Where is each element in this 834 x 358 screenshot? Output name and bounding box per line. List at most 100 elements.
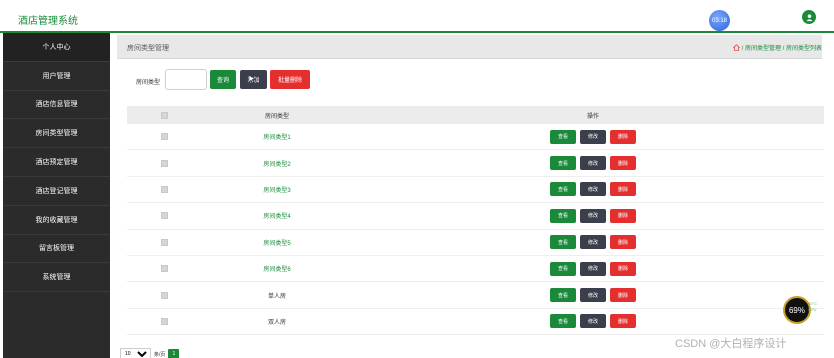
delete-button[interactable]: 删除 (610, 182, 636, 197)
home-icon[interactable] (732, 44, 740, 51)
mouse-cursor-icon (249, 75, 255, 83)
delete-button[interactable]: 删除 (610, 235, 636, 250)
batch-delete-button[interactable]: 批量删除 (270, 70, 310, 89)
delete-button[interactable]: 删除 (610, 208, 636, 223)
table-row: 房间类型2 查看 修改 删除 (127, 150, 824, 177)
room-type-label: 房间类型 (136, 80, 161, 86)
delete-button[interactable]: 删除 (610, 129, 636, 144)
delete-button[interactable]: 删除 (610, 156, 636, 171)
app-title: 酒店管理系统 (18, 16, 78, 27)
room-type-name: 单人房 (267, 293, 286, 300)
row-checkbox[interactable] (161, 185, 168, 193)
view-button[interactable]: 查看 (550, 182, 576, 197)
column-room-type[interactable]: 房间类型 (202, 111, 352, 120)
sidebar-item-users[interactable]: 用户管理 (3, 62, 110, 91)
table-row: 房间类型6 查看 修改 删除 (127, 256, 824, 283)
row-check-cell (127, 291, 202, 299)
breadcrumb-path[interactable]: / 房间类型管理 / 房间类型列表 (742, 43, 822, 52)
table-row: 房间类型5 查看 修改 删除 (127, 230, 824, 256)
sidebar-item-profile[interactable]: 个人中心 (3, 33, 110, 62)
room-type-name: 双人房 (267, 319, 286, 326)
per-page-label: 条/页 (154, 351, 166, 358)
table-row: 单人房 查看 修改 删除 (127, 282, 824, 309)
view-button[interactable]: 查看 (550, 261, 576, 276)
cpu-label: CPU (808, 307, 817, 312)
table-row: 房间类型1 查看 修改 删除 (127, 124, 824, 151)
edit-button[interactable]: 修改 (580, 182, 606, 197)
sidebar-item-room-types[interactable]: 房间类型管理 (3, 119, 110, 149)
row-actions: 查看 修改 删除 (352, 288, 824, 303)
edit-button[interactable]: 修改 (580, 261, 606, 276)
sidebar-item-favorites[interactable]: 我的收藏管理 (3, 206, 110, 235)
room-type-name: 房间类型6 (263, 267, 291, 274)
select-all-cell (127, 111, 202, 119)
table-header: 房间类型 操作 (127, 106, 824, 124)
delete-button[interactable]: 删除 (610, 261, 636, 276)
page-title: 房间类型管理 (127, 45, 169, 52)
cpu-details: 40°C CPU (808, 301, 817, 313)
search-toolbar: 房间类型 查询 添加 批量删除 (117, 69, 517, 91)
row-actions: 查看 修改 删除 (352, 156, 824, 171)
room-type-table: 房间类型 操作 房间类型1 查看 修改 删除 房间类型2 查看 修改 删除 房间… (127, 106, 824, 336)
top-bar: 酒店管理系统 03:18 (0, 0, 834, 33)
main-content: 房间类型管理 / 房间类型管理 / 房间类型列表 房间类型 查询 添加 批量删除… (117, 33, 834, 358)
view-button[interactable]: 查看 (550, 208, 576, 223)
room-type-name: 房间类型5 (263, 240, 291, 247)
room-type-name: 房间类型1 (263, 135, 291, 142)
row-actions: 查看 修改 删除 (352, 129, 824, 144)
row-checkbox[interactable] (161, 291, 168, 299)
edit-button[interactable]: 修改 (580, 235, 606, 250)
row-actions: 查看 修改 删除 (352, 208, 824, 223)
sidebar-item-messages[interactable]: 留言板管理 (3, 235, 110, 264)
table-row: 房间类型3 查看 修改 删除 (127, 177, 824, 204)
sidebar: 个人中心 用户管理 酒店信息管理 房间类型管理 酒店预定管理 酒店登记管理 我的… (3, 33, 110, 358)
row-checkbox[interactable] (161, 265, 168, 273)
view-button[interactable]: 查看 (550, 156, 576, 171)
row-actions: 查看 修改 删除 (352, 261, 824, 276)
delete-button[interactable]: 删除 (610, 288, 636, 303)
view-button[interactable]: 查看 (550, 314, 576, 329)
room-type-name: 房间类型2 (263, 161, 291, 168)
row-actions: 查看 修改 删除 (352, 235, 824, 250)
row-checkbox[interactable] (161, 159, 168, 167)
breadcrumb-trail: / 房间类型管理 / 房间类型列表 (732, 43, 822, 52)
page-number-current[interactable]: 1 (168, 348, 180, 358)
sidebar-item-system[interactable]: 系统管理 (3, 263, 110, 293)
sidebar-item-checkin[interactable]: 酒店登记管理 (3, 177, 110, 206)
row-check-cell (127, 133, 202, 141)
row-actions: 查看 修改 删除 (352, 182, 824, 197)
sidebar-item-hotel-info[interactable]: 酒店信息管理 (3, 91, 110, 120)
delete-button[interactable]: 删除 (610, 314, 636, 329)
app-root: 酒店管理系统 03:18 个人中心 用户管理 酒店信息管理 房间类型管理 酒店预… (0, 0, 834, 358)
view-button[interactable]: 查看 (550, 235, 576, 250)
edit-button[interactable]: 修改 (580, 314, 606, 329)
clock-badge: 03:18 (709, 10, 730, 31)
select-all-checkbox[interactable] (161, 111, 168, 119)
edit-button[interactable]: 修改 (580, 129, 606, 144)
page-size-select[interactable]: 10 (120, 348, 151, 358)
table-row: 双人房 查看 修改 删除 (127, 309, 824, 336)
row-checkbox[interactable] (161, 317, 168, 325)
row-check-cell (127, 212, 202, 220)
table-row: 房间类型4 查看 修改 删除 (127, 203, 824, 230)
edit-button[interactable]: 修改 (580, 208, 606, 223)
row-checkbox[interactable] (161, 238, 168, 246)
pagination: 10 条/页 1 (120, 348, 180, 358)
row-checkbox[interactable] (161, 133, 168, 141)
breadcrumb: 房间类型管理 / 房间类型管理 / 房间类型列表 (117, 35, 822, 59)
row-checkbox[interactable] (161, 212, 168, 220)
edit-button[interactable]: 修改 (580, 156, 606, 171)
user-glyph (805, 13, 813, 21)
sidebar-item-reservations[interactable]: 酒店预定管理 (3, 148, 110, 177)
user-icon[interactable] (802, 10, 816, 24)
row-check-cell (127, 238, 202, 246)
edit-button[interactable]: 修改 (580, 288, 606, 303)
column-actions: 操作 (586, 113, 599, 120)
room-type-name: 房间类型3 (263, 187, 291, 194)
room-type-name: 房间类型4 (263, 214, 291, 221)
room-type-input[interactable] (165, 69, 207, 90)
watermark: CSDN @大白程序设计 (675, 338, 787, 350)
view-button[interactable]: 查看 (550, 129, 576, 144)
search-button[interactable]: 查询 (210, 70, 236, 89)
view-button[interactable]: 查看 (550, 288, 576, 303)
